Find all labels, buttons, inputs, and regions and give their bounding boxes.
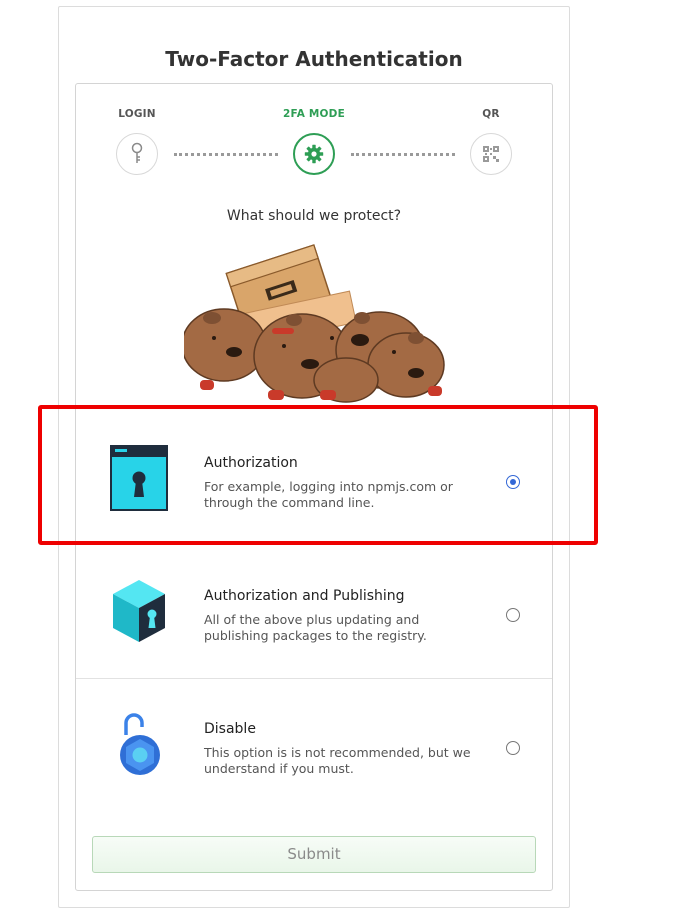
step-label-login: LOGIN	[118, 108, 156, 120]
step-label-2fa-mode: 2FA MODE	[283, 108, 345, 120]
two-factor-card: Two-Factor Authentication LOGIN 2FA MODE…	[58, 6, 570, 908]
option-description: For example, logging into npmjs.com or t…	[204, 479, 453, 510]
step-label-qr: QR	[482, 108, 500, 120]
unlocked-padlock-icon	[120, 713, 160, 775]
step-login[interactable]	[116, 133, 158, 175]
option-title: Disable	[204, 721, 256, 737]
two-factor-form: LOGIN 2FA MODE QR What should we protect…	[75, 83, 553, 891]
cube-keyhole-icon	[113, 580, 165, 642]
step-qr[interactable]	[470, 133, 512, 175]
submit-button[interactable]: Submit	[92, 836, 536, 873]
step-connector-2	[351, 153, 455, 156]
option-title: Authorization	[204, 455, 298, 471]
option-authorization-publishing[interactable]: Authorization and Publishing All of the …	[76, 550, 552, 683]
option-description: This option is is not recommended, but w…	[204, 745, 471, 776]
authorization-radio[interactable]	[506, 475, 520, 489]
page-title: Two-Factor Authentication	[165, 47, 463, 71]
wombats-illustration	[184, 244, 445, 403]
step-2fa-mode[interactable]	[293, 133, 335, 175]
protect-prompt: What should we protect?	[226, 208, 402, 224]
authorization-publishing-radio[interactable]	[506, 608, 520, 622]
option-divider	[76, 678, 552, 679]
step-connector-1	[174, 153, 278, 156]
option-disable[interactable]: Disable This option is is not recommende…	[76, 683, 552, 816]
option-description: All of the above plus updating and publi…	[204, 612, 427, 643]
gear-icon	[304, 144, 324, 164]
disable-radio[interactable]	[506, 741, 520, 755]
option-title: Authorization and Publishing	[204, 588, 405, 604]
key-icon	[131, 142, 143, 163]
option-authorization[interactable]: Authorization For example, logging into …	[76, 417, 552, 550]
qr-icon	[483, 146, 499, 162]
browser-keyhole-icon	[110, 445, 168, 511]
